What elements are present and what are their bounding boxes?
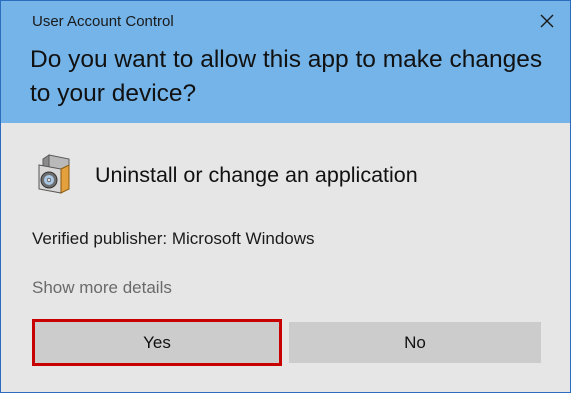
show-more-details-link[interactable]: Show more details bbox=[32, 277, 172, 299]
prompt-question: Do you want to allow this app to make ch… bbox=[30, 46, 543, 107]
app-name: Uninstall or change an application bbox=[95, 163, 418, 187]
close-icon bbox=[540, 14, 554, 28]
window-title: User Account Control bbox=[32, 13, 174, 30]
uac-dialog: User Account Control Do you want to allo… bbox=[0, 0, 571, 393]
dialog-header: User Account Control Do you want to allo… bbox=[1, 1, 570, 123]
programs-cd-box-icon bbox=[35, 153, 75, 195]
app-row: Uninstall or change an application bbox=[35, 151, 555, 201]
verified-publisher: Verified publisher: Microsoft Windows bbox=[32, 229, 315, 248]
close-button[interactable] bbox=[532, 7, 562, 35]
no-button[interactable]: No bbox=[289, 322, 541, 363]
yes-button[interactable]: Yes bbox=[32, 319, 282, 366]
yes-button-label: Yes bbox=[37, 324, 277, 361]
